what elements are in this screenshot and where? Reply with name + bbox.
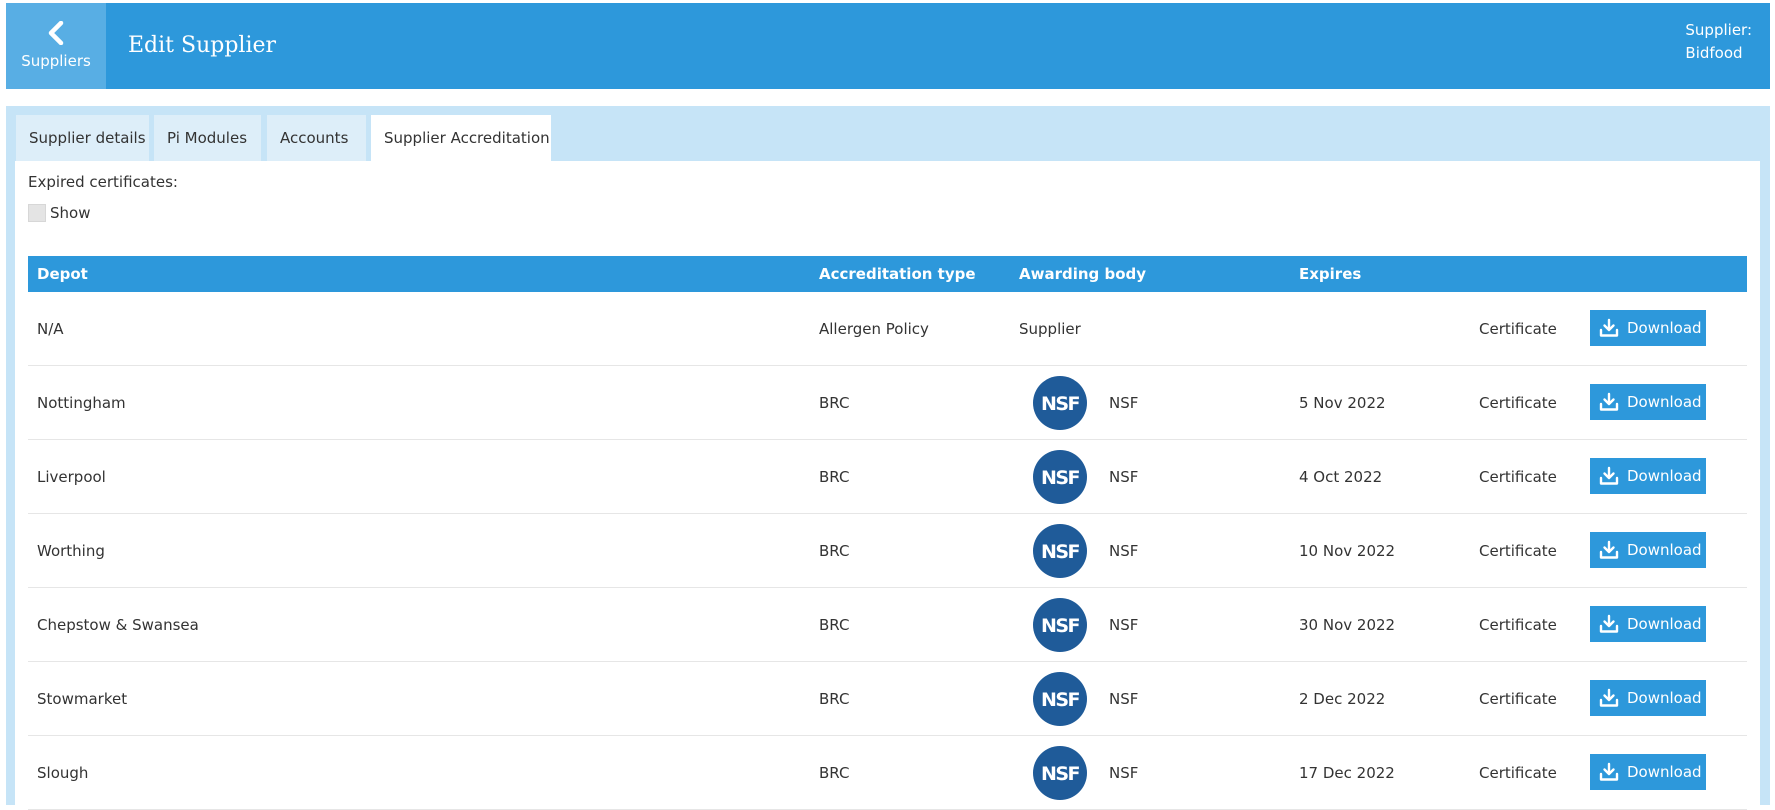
download-icon	[1599, 466, 1619, 485]
certificate-label: Certificate	[1479, 616, 1557, 634]
accreditation-type-cell: BRC	[819, 690, 850, 708]
download-icon	[1599, 392, 1619, 411]
awarding-body-cell: NSF	[1109, 394, 1139, 412]
accreditation-table: Depot Accreditation type Awarding body E…	[28, 256, 1747, 810]
expires-cell: 4 Oct 2022	[1299, 468, 1383, 486]
certificate-label: Certificate	[1479, 542, 1557, 560]
certificate-label: Certificate	[1479, 320, 1557, 338]
download-button-label: Download	[1627, 541, 1702, 559]
tab-supplier-accreditation[interactable]: Supplier Accreditation	[371, 115, 551, 161]
table-row: Slough BRC NSF NSF 17 Dec 2022 Certificate Dow…	[28, 736, 1747, 810]
show-expired-label: Show	[50, 204, 91, 222]
edit-panel: Supplier details Pi Modules Accounts Sup…	[6, 106, 1770, 810]
table-row: N/A Allergen Policy Supplier Certificate Dow…	[28, 292, 1747, 366]
expires-cell: 5 Nov 2022	[1299, 394, 1386, 412]
download-button-label: Download	[1627, 689, 1702, 707]
top-bar: Suppliers Edit Supplier Supplier: Bidfoo…	[6, 3, 1770, 89]
expired-certificates-label: Expired certificates:	[28, 173, 178, 191]
nsf-logo-text: NSF	[1041, 541, 1080, 563]
download-button-label: Download	[1627, 393, 1702, 411]
page-title: Edit Supplier	[128, 33, 277, 58]
column-header-accreditation-type: Accreditation type	[819, 265, 976, 283]
download-button[interactable]: Download	[1590, 532, 1706, 568]
nsf-logo-icon: NSF	[1033, 746, 1087, 800]
accreditation-type-cell: BRC	[819, 394, 850, 412]
supplier-label: Supplier:	[1685, 21, 1752, 39]
chevron-left-icon	[48, 21, 64, 45]
expires-cell: 2 Dec 2022	[1299, 690, 1386, 708]
column-header-expires: Expires	[1299, 265, 1362, 283]
download-icon	[1599, 614, 1619, 633]
table-header: Depot Accreditation type Awarding body E…	[28, 256, 1747, 292]
accreditation-type-cell: BRC	[819, 764, 850, 782]
nsf-logo-text: NSF	[1041, 393, 1080, 415]
awarding-body-cell: NSF	[1109, 616, 1139, 634]
download-button[interactable]: Download	[1590, 458, 1706, 494]
download-icon	[1599, 762, 1619, 781]
expires-cell: 17 Dec 2022	[1299, 764, 1395, 782]
table-row: Nottingham BRC NSF NSF 5 Nov 2022 Certificate…	[28, 366, 1747, 440]
download-icon	[1599, 688, 1619, 707]
certificate-label: Certificate	[1479, 764, 1557, 782]
depot-cell: Nottingham	[37, 394, 126, 412]
download-icon	[1599, 318, 1619, 337]
expires-cell: 10 Nov 2022	[1299, 542, 1396, 560]
supplier-name: Bidfood	[1685, 44, 1743, 62]
certificate-label: Certificate	[1479, 690, 1557, 708]
expires-cell: 30 Nov 2022	[1299, 616, 1396, 634]
awarding-body-cell: Supplier	[1019, 320, 1081, 338]
accreditation-type-cell: Allergen Policy	[819, 320, 929, 338]
download-button-label: Download	[1627, 615, 1702, 633]
nsf-logo-icon: NSF	[1033, 376, 1087, 430]
table-row: Worthing BRC NSF NSF 10 Nov 2022 Certificate D…	[28, 514, 1747, 588]
certificate-label: Certificate	[1479, 394, 1557, 412]
accreditation-type-cell: BRC	[819, 542, 850, 560]
table-row: Liverpool BRC NSF NSF 4 Oct 2022 Certificate D…	[28, 440, 1747, 514]
download-button-label: Download	[1627, 467, 1702, 485]
depot-cell: Stowmarket	[37, 690, 128, 708]
back-to-suppliers-button[interactable]: Suppliers	[6, 3, 106, 89]
accreditation-type-cell: BRC	[819, 616, 850, 634]
nsf-logo-icon: NSF	[1033, 524, 1087, 578]
tab-content: Expired certificates: Show Depot Accredi…	[15, 161, 1760, 810]
nsf-logo-text: NSF	[1041, 763, 1080, 785]
tab-pi-modules[interactable]: Pi Modules	[154, 115, 261, 161]
show-expired-checkbox[interactable]	[28, 204, 46, 222]
nsf-logo-text: NSF	[1041, 689, 1080, 711]
column-header-awarding-body: Awarding body	[1019, 265, 1147, 283]
download-button-label: Download	[1627, 763, 1702, 781]
depot-cell: N/A	[37, 320, 64, 338]
depot-cell: Liverpool	[37, 468, 106, 486]
column-header-depot: Depot	[37, 265, 88, 283]
certificate-label: Certificate	[1479, 468, 1557, 486]
tab-accounts[interactable]: Accounts	[267, 115, 366, 161]
table-row: Stowmarket BRC NSF NSF 2 Dec 2022 Certificate…	[28, 662, 1747, 736]
depot-cell: Slough	[37, 764, 89, 782]
back-button-label: Suppliers	[21, 52, 91, 70]
depot-cell: Chepstow & Swansea	[37, 616, 199, 634]
table-body: N/A Allergen Policy Supplier Certificate Dow…	[28, 292, 1747, 810]
depot-cell: Worthing	[37, 542, 105, 560]
download-button[interactable]: Download	[1590, 310, 1706, 346]
nsf-logo-text: NSF	[1041, 615, 1080, 637]
download-button[interactable]: Download	[1590, 754, 1706, 790]
awarding-body-cell: NSF	[1109, 764, 1139, 782]
supplier-info: Supplier: Bidfood	[1685, 19, 1752, 65]
awarding-body-cell: NSF	[1109, 690, 1139, 708]
download-icon	[1599, 540, 1619, 559]
nsf-logo-icon: NSF	[1033, 672, 1087, 726]
nsf-logo-icon: NSF	[1033, 450, 1087, 504]
awarding-body-cell: NSF	[1109, 542, 1139, 560]
nsf-logo-icon: NSF	[1033, 598, 1087, 652]
accreditation-type-cell: BRC	[819, 468, 850, 486]
table-row: Chepstow & Swansea BRC NSF NSF 30 Nov 2022 Ce…	[28, 588, 1747, 662]
awarding-body-cell: NSF	[1109, 468, 1139, 486]
nsf-logo-text: NSF	[1041, 467, 1080, 489]
download-button-label: Download	[1627, 319, 1702, 337]
download-button[interactable]: Download	[1590, 384, 1706, 420]
tab-supplier-details[interactable]: Supplier details	[16, 115, 149, 161]
download-button[interactable]: Download	[1590, 606, 1706, 642]
download-button[interactable]: Download	[1590, 680, 1706, 716]
